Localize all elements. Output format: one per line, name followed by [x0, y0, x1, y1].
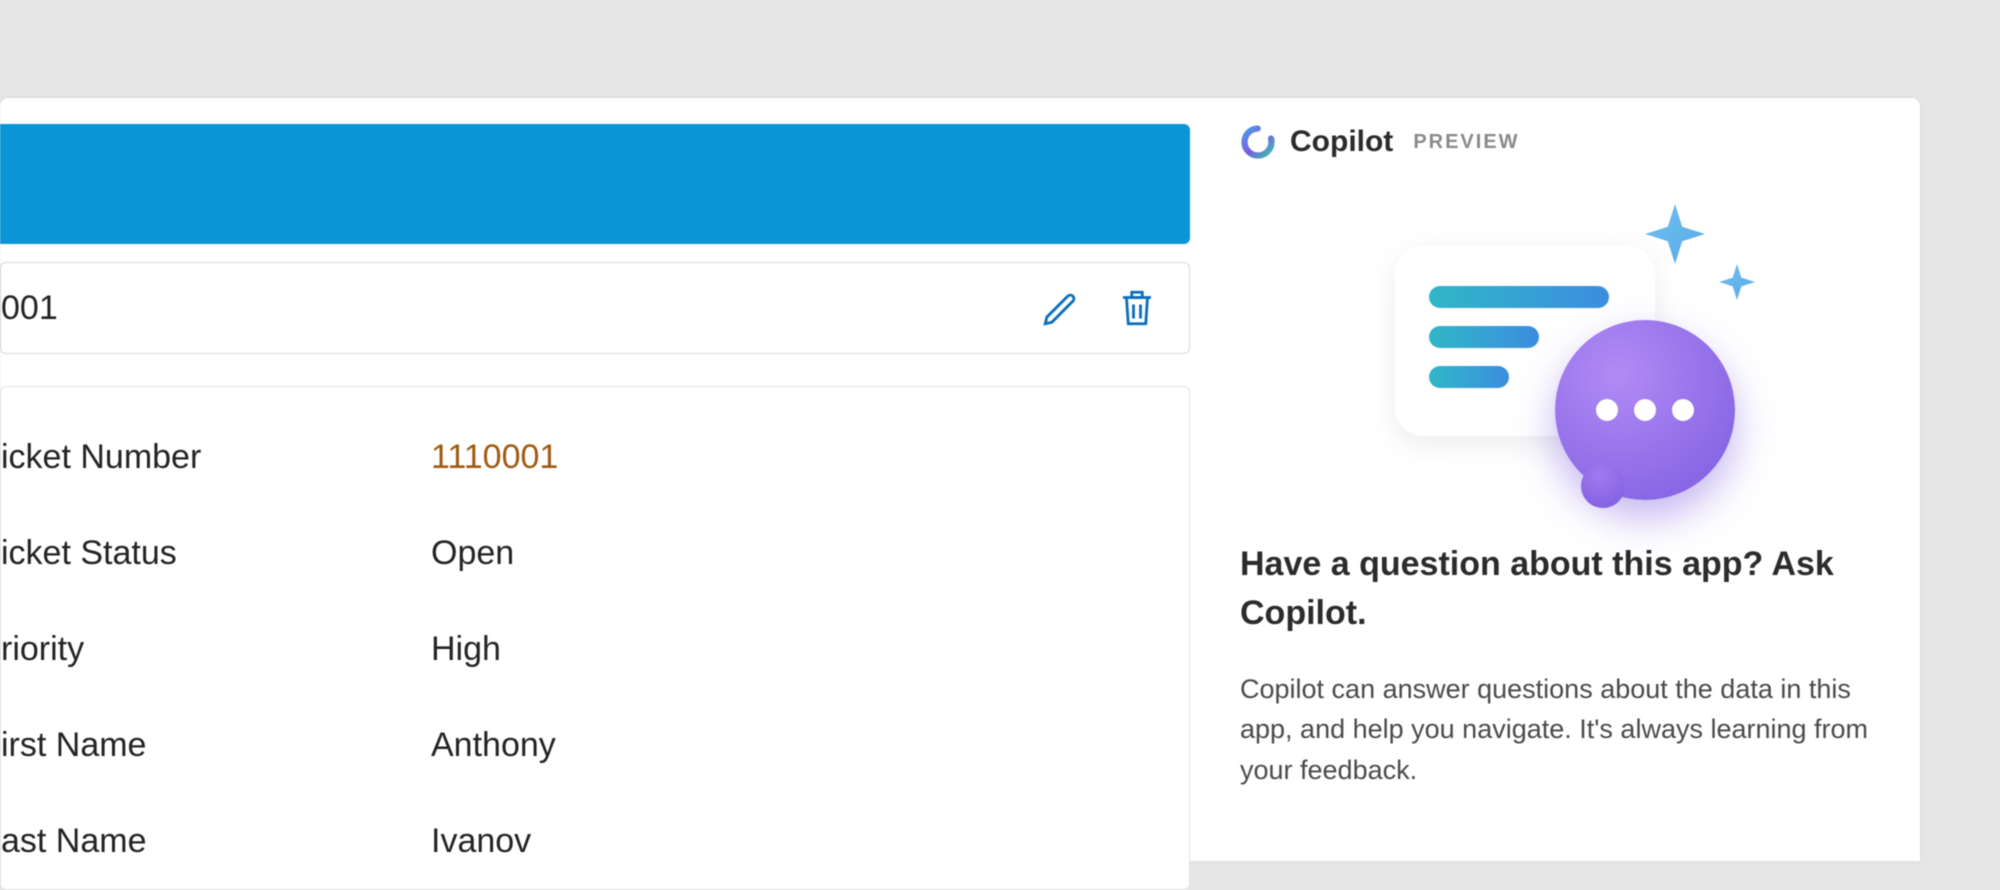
chat-bubble-icon [1555, 320, 1735, 500]
record-header-card: 001 [0, 262, 1190, 354]
field-value: Anthony [431, 726, 556, 765]
sparkle-icon [1645, 204, 1705, 264]
field-label: icket Number [1, 438, 431, 477]
field-row-last-name: ast Name Ivanov [1, 793, 1189, 889]
field-label: riority [1, 630, 431, 669]
trash-icon [1116, 287, 1158, 329]
field-row-ticket-status: icket Status Open [1, 505, 1189, 601]
field-value: Open [431, 534, 514, 573]
app-header-bar [0, 124, 1190, 244]
copilot-panel: Copilot PREVIEW Have a question about th… [1240, 124, 1900, 790]
field-label: irst Name [1, 726, 431, 765]
sparkle-icon [1719, 264, 1755, 300]
copilot-title: Copilot [1290, 125, 1393, 159]
delete-button[interactable] [1111, 282, 1163, 334]
main-content: 001 icket Number 1110001 [0, 124, 1200, 890]
field-label: icket Status [1, 534, 431, 573]
field-row-first-name: irst Name Anthony [1, 697, 1189, 793]
copilot-illustration [1385, 210, 1755, 500]
copilot-headline: Have a question about this app? Ask Copi… [1240, 540, 1900, 639]
record-id-label: 001 [1, 289, 1011, 328]
edit-button[interactable] [1035, 282, 1087, 334]
copilot-header: Copilot PREVIEW [1240, 124, 1900, 160]
field-value: Ivanov [431, 822, 531, 861]
field-value: 1110001 [431, 438, 558, 477]
copilot-body-text: Copilot can answer questions about the d… [1240, 669, 1900, 791]
field-row-ticket-number: icket Number 1110001 [1, 409, 1189, 505]
app-frame: 001 icket Number 1110001 [0, 98, 1920, 861]
record-details-card: icket Number 1110001 icket Status Open r… [0, 386, 1190, 890]
field-row-priority: riority High [1, 601, 1189, 697]
copilot-preview-badge: PREVIEW [1413, 131, 1519, 154]
field-label: ast Name [1, 822, 431, 861]
field-value: High [431, 630, 501, 669]
pencil-icon [1040, 287, 1082, 329]
copilot-logo-icon [1240, 124, 1276, 160]
